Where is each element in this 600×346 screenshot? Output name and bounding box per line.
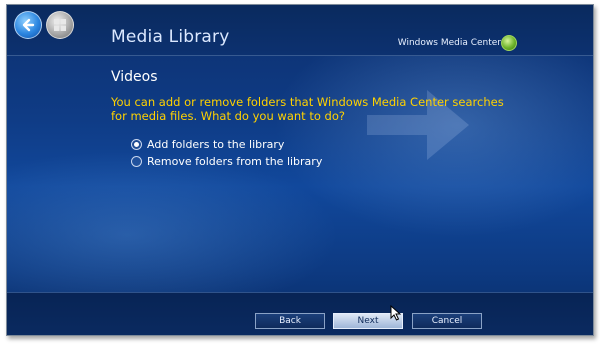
cancel-button[interactable]: Cancel <box>412 313 482 329</box>
option-remove-folders[interactable]: Remove folders from the library <box>131 153 322 169</box>
question-text: You can add or remove folders that Windo… <box>111 95 504 123</box>
windows-start-icon[interactable] <box>46 11 74 39</box>
option-add-folders[interactable]: Add folders to the library <box>131 136 322 152</box>
media-center-window: Media Library Windows Media Center Video… <box>6 4 594 336</box>
back-button[interactable]: Back <box>255 313 325 329</box>
mouse-pointer-icon <box>390 305 401 321</box>
brand-name: Windows Media Center <box>397 38 501 48</box>
option-list: Add folders to the library Remove folder… <box>131 136 322 170</box>
back-arrow-icon[interactable] <box>14 11 42 39</box>
option-label: Add folders to the library <box>147 137 285 151</box>
page-title: Media Library <box>111 27 230 47</box>
option-label: Remove folders from the library <box>147 154 323 168</box>
section-title: Videos <box>111 69 158 85</box>
radio-selected-icon[interactable] <box>131 138 142 150</box>
background-arrow-icon <box>367 90 469 160</box>
radio-unselected-icon[interactable] <box>131 155 142 167</box>
bottom-bar: Back Next Cancel <box>7 292 593 335</box>
top-bar: Media Library Windows Media Center <box>7 5 593 56</box>
media-center-logo-icon <box>501 35 517 51</box>
